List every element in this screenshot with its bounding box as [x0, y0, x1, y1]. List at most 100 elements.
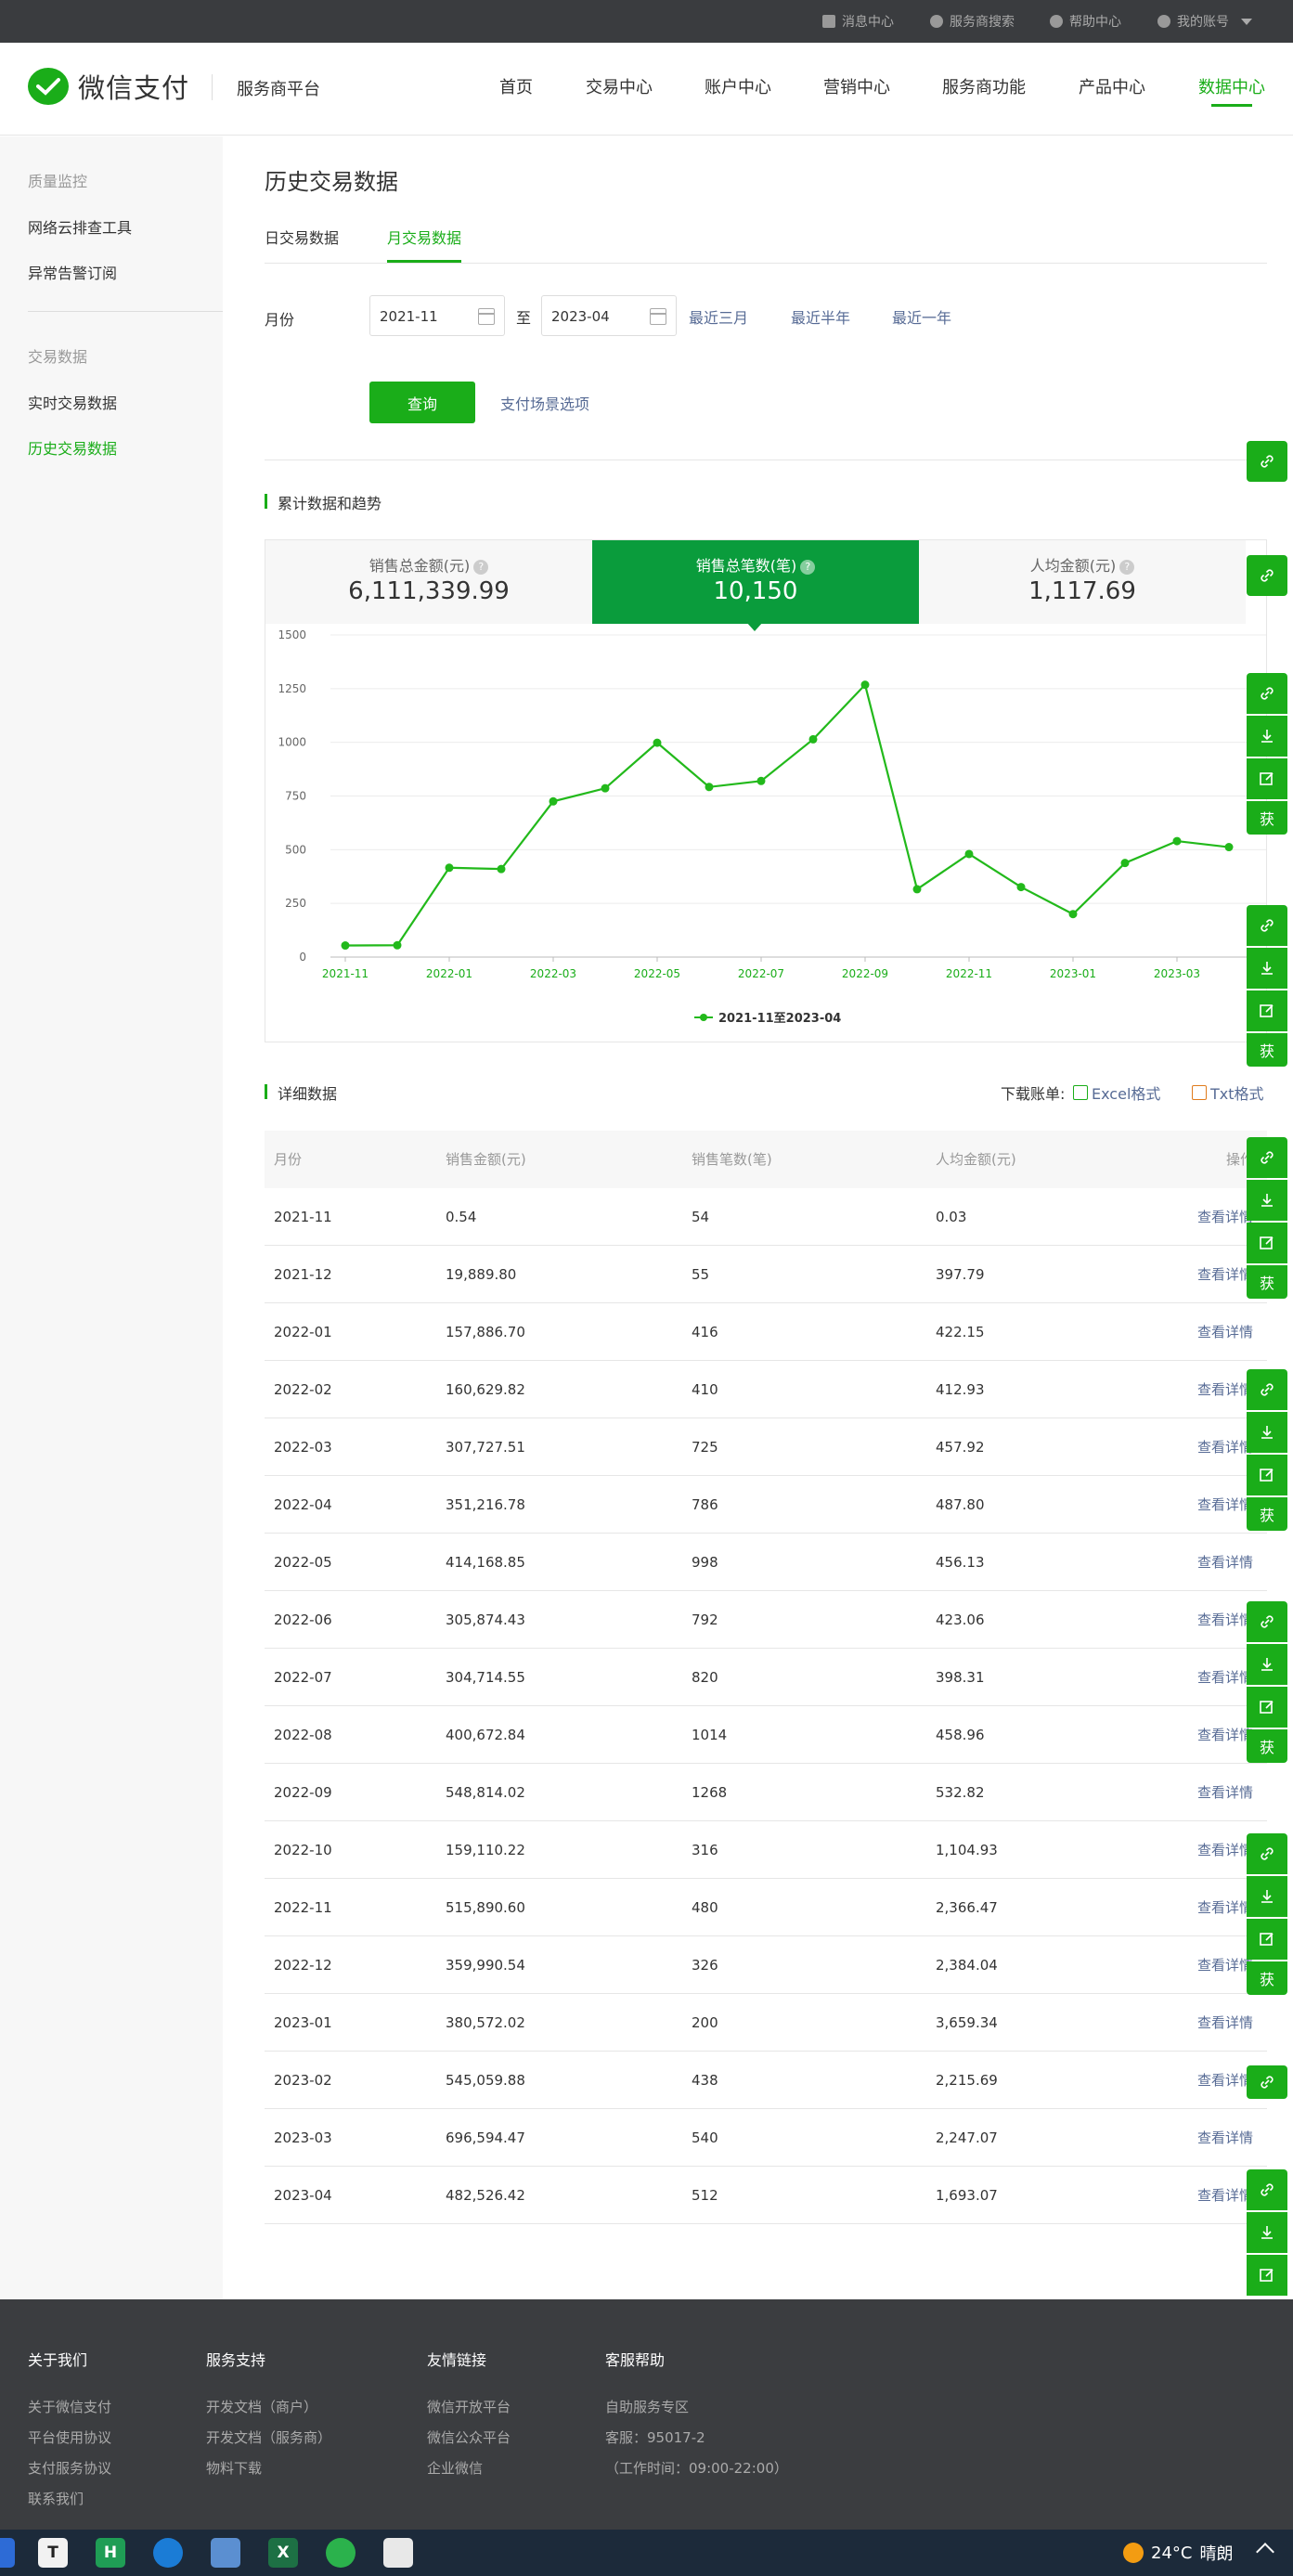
footer-link[interactable]: 企业微信 [427, 2458, 483, 2478]
view-details-link[interactable]: 查看详情 [1197, 1418, 1253, 1476]
start-month-input[interactable]: 2021-11 [369, 295, 505, 336]
float-download-button[interactable] [1247, 1180, 1287, 1221]
stat-total-count[interactable]: 销售总笔数(笔)? 10,150 [592, 540, 919, 624]
footer-link[interactable]: 物料下载 [206, 2458, 262, 2478]
help-icon[interactable]: ? [473, 560, 489, 575]
nav-account-center[interactable]: 账户中心 [705, 74, 771, 98]
view-details-link[interactable]: 查看详情 [1197, 1936, 1253, 1994]
sidebar-item-network-tool[interactable]: 网络云排查工具 [28, 215, 132, 238]
tab-monthly-data[interactable]: 月交易数据 [387, 226, 461, 248]
float-get-button[interactable]: 获 [1247, 1265, 1287, 1299]
float-link-button[interactable] [1247, 673, 1287, 714]
sidebar-item-history-data[interactable]: 历史交易数据 [28, 436, 117, 459]
stat-total-amount[interactable]: 销售总金额(元)? 6,111,339.99 [265, 540, 592, 624]
float-get-button[interactable]: 获 [1247, 1497, 1287, 1531]
float-link-button[interactable] [1247, 1137, 1287, 1178]
float-edit-button[interactable] [1247, 2255, 1287, 2296]
view-details-link[interactable]: 查看详情 [1197, 2167, 1253, 2224]
query-button[interactable]: 查询 [369, 382, 475, 423]
view-details-link[interactable]: 查看详情 [1197, 2109, 1253, 2167]
screenshot-app-icon[interactable] [383, 2538, 413, 2568]
end-month-input[interactable]: 2023-04 [541, 295, 677, 336]
float-download-button[interactable] [1247, 716, 1287, 757]
float-edit-button[interactable] [1247, 990, 1287, 1031]
wechat-app-icon[interactable] [326, 2538, 356, 2568]
stat-avg-amount[interactable]: 人均金额(元)? 1,117.69 [919, 540, 1246, 624]
last-three-months-link[interactable]: 最近三月 [689, 305, 748, 328]
footer-link[interactable]: 平台使用协议 [28, 2427, 111, 2447]
float-edit-button[interactable] [1247, 1223, 1287, 1263]
footer-link[interactable]: 联系我们 [28, 2489, 84, 2508]
float-edit-button[interactable] [1247, 1455, 1287, 1495]
float-edit-button[interactable] [1247, 1687, 1287, 1728]
my-account-menu[interactable]: 我的账号 [1157, 12, 1252, 31]
view-details-link[interactable]: 查看详情 [1197, 1361, 1253, 1418]
float-link-button[interactable] [1247, 1833, 1287, 1874]
view-details-link[interactable]: 查看详情 [1197, 1246, 1253, 1303]
help-center-link[interactable]: 帮助中心 [1050, 12, 1121, 31]
sidebar-item-realtime-data[interactable]: 实时交易数据 [28, 391, 117, 413]
help-icon[interactable]: ? [1119, 560, 1135, 575]
view-details-link[interactable]: 查看详情 [1197, 1591, 1253, 1649]
view-details-link[interactable]: 查看详情 [1197, 1303, 1253, 1361]
last-year-link[interactable]: 最近一年 [892, 305, 951, 328]
view-details-link[interactable]: 查看详情 [1197, 1821, 1253, 1879]
text-editor-app-icon[interactable]: T [38, 2538, 68, 2568]
view-details-link[interactable]: 查看详情 [1197, 1534, 1253, 1591]
nav-trade-center[interactable]: 交易中心 [586, 74, 653, 98]
nav-home[interactable]: 首页 [499, 74, 533, 98]
float-link-button[interactable] [1247, 1601, 1287, 1642]
float-link-button[interactable] [1247, 2065, 1287, 2099]
download-txt-link[interactable]: Txt格式 [1192, 1081, 1264, 1104]
payment-scene-options-link[interactable]: 支付场景选项 [500, 392, 589, 414]
excel-app-icon[interactable]: X [268, 2538, 298, 2568]
view-details-link[interactable]: 查看详情 [1197, 1994, 1253, 2052]
footer-link[interactable]: 关于微信支付 [28, 2397, 111, 2416]
footer-link[interactable]: 微信公众平台 [427, 2427, 511, 2447]
float-link-button[interactable] [1247, 441, 1287, 482]
float-download-button[interactable] [1247, 1412, 1287, 1453]
notepad-app-icon[interactable] [211, 2538, 240, 2568]
view-details-link[interactable]: 查看详情 [1197, 1188, 1253, 1246]
float-link-button[interactable] [1247, 555, 1287, 596]
footer-link[interactable]: 自助服务专区 [605, 2397, 689, 2416]
message-center-link[interactable]: 消息中心 [822, 12, 894, 31]
float-download-button[interactable] [1247, 1644, 1287, 1685]
view-details-link[interactable]: 查看详情 [1197, 1879, 1253, 1936]
float-link-button[interactable] [1247, 905, 1287, 946]
nav-data-center[interactable]: 数据中心 [1198, 74, 1265, 107]
edge-browser-icon[interactable] [153, 2538, 183, 2568]
last-half-year-link[interactable]: 最近半年 [791, 305, 850, 328]
nav-provider-functions[interactable]: 服务商功能 [942, 74, 1026, 98]
float-link-button[interactable] [1247, 1369, 1287, 1410]
sidebar-item-alert-subscription[interactable]: 异常告警订阅 [28, 261, 117, 283]
view-details-link[interactable]: 查看详情 [1197, 1706, 1253, 1764]
float-download-button[interactable] [1247, 1876, 1287, 1917]
float-download-button[interactable] [1247, 2212, 1287, 2253]
float-edit-button[interactable] [1247, 1919, 1287, 1960]
download-excel-link[interactable]: Excel格式 [1073, 1081, 1160, 1104]
view-details-link[interactable]: 查看详情 [1197, 1764, 1253, 1821]
footer-link[interactable]: 开发文档（商户） [206, 2397, 317, 2416]
view-details-link[interactable]: 查看详情 [1197, 1476, 1253, 1534]
float-get-button[interactable]: 获 [1247, 1961, 1287, 1995]
footer-link[interactable]: 开发文档（服务商） [206, 2427, 331, 2447]
weather-widget[interactable]: 24°C 晴朗 [1123, 2541, 1233, 2565]
footer-link[interactable]: 支付服务协议 [28, 2458, 111, 2478]
float-get-button[interactable]: 获 [1247, 1729, 1287, 1763]
float-get-button[interactable]: 获 [1247, 801, 1287, 835]
provider-search-link[interactable]: 服务商搜索 [930, 12, 1015, 31]
view-details-link[interactable]: 查看详情 [1197, 2052, 1253, 2109]
float-download-button[interactable] [1247, 948, 1287, 989]
wechat-pay-logo[interactable]: 微信支付 [28, 67, 189, 106]
nav-product-center[interactable]: 产品中心 [1079, 74, 1145, 98]
chevron-up-icon[interactable] [1256, 2543, 1274, 2561]
nav-marketing-center[interactable]: 营销中心 [823, 74, 890, 98]
hbuilder-app-icon[interactable]: H [96, 2538, 125, 2568]
float-link-button[interactable] [1247, 2169, 1287, 2210]
footer-link[interactable]: 微信开放平台 [427, 2397, 511, 2416]
float-edit-button[interactable] [1247, 758, 1287, 799]
tab-daily-data[interactable]: 日交易数据 [265, 226, 339, 248]
help-icon[interactable]: ? [800, 560, 816, 575]
start-app-icon[interactable] [0, 2538, 15, 2568]
